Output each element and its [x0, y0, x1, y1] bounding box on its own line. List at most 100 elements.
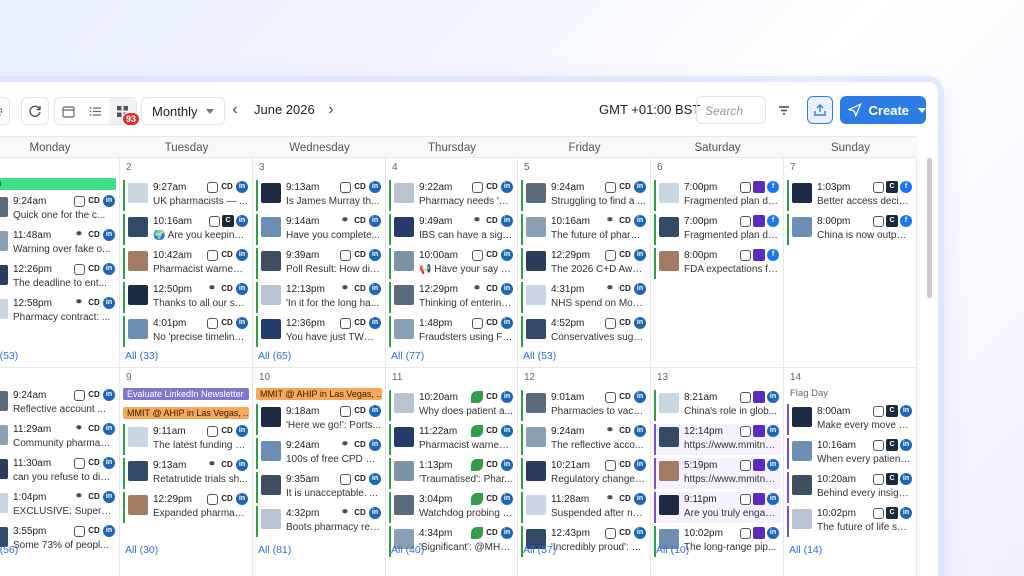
post-item[interactable]: 9:01am Pharmacies to vacci... CD in: [521, 390, 648, 421]
post-item[interactable]: 10:00am 📢 Have your say on... CD in: [389, 248, 515, 279]
calendar-view-icon[interactable]: [55, 98, 82, 124]
day-cell[interactable]: 3 9:13am Is James Murray th... CD in 9:14am Ha…: [253, 158, 386, 368]
post-item[interactable]: 12:36pm You have just TWO ... CD in: [256, 316, 383, 347]
post-item[interactable]: 5:19pm https://www.mmitne... in: [654, 458, 781, 489]
event-bar[interactable]: MMIT @ AHIP in Las Vegas, ...: [256, 388, 382, 400]
day-cell[interactable]: 9 Evaluate LinkedIn Newsletter MMIT @ AHIP…: [120, 368, 253, 576]
post-item[interactable]: 4:31pm NHS spend on Mou... ⚭ CD in: [521, 282, 648, 313]
day-cell[interactable]: 13 8:21am China's role in glob... in 12:14pm…: [651, 368, 784, 576]
scrollbar[interactable]: [927, 158, 932, 298]
show-all-link[interactable]: All (40): [391, 544, 424, 556]
show-all-link[interactable]: All (14): [789, 544, 822, 556]
post-item[interactable]: 12:14pm https://www.mmitne... in: [654, 424, 781, 455]
chevron-down-icon[interactable]: [918, 107, 926, 113]
day-cell[interactable]: 4 9:22am Pharmacy needs 'pr... CD in 9:49am IB…: [386, 158, 518, 368]
export-button[interactable]: [807, 96, 833, 124]
day-cell[interactable]: 12 9:01am Pharmacies to vacci... CD in 9:24am…: [518, 368, 651, 576]
post-item[interactable]: 12:29pm Expanded pharmac... CD in: [123, 492, 250, 523]
post-item[interactable]: 12:29pm The 2026 C+D Awar... CD in: [521, 248, 648, 279]
show-all-link[interactable]: All (30): [125, 544, 158, 556]
post-item[interactable]: 11:22am Pharmacist warned ... CD in: [389, 424, 515, 455]
post-item[interactable]: 1:48pm Fraudsters using FP... CD in: [389, 316, 515, 347]
event-bar[interactable]: SCO: [0, 178, 116, 190]
day-cell[interactable]: SCO 9:24amQuick one for the c...CDin11:48…: [0, 158, 120, 368]
prev-month-icon[interactable]: ‹: [228, 102, 242, 118]
post-item[interactable]: 9:24am Reflective account ... CD in: [0, 388, 117, 419]
post-item[interactable]: 10:42am Pharmacist warned ... CD in: [123, 248, 250, 279]
post-item[interactable]: 9:22am Pharmacy needs 'pr... CD in: [389, 180, 515, 211]
post-item[interactable]: 4:01pm No 'precise timeline... CD in: [123, 316, 250, 347]
list-view-icon[interactable]: [82, 98, 109, 124]
day-cell[interactable]: 14 Flag Day 8:00am Make every move c... Cin 1…: [784, 368, 917, 576]
post-item[interactable]: 11:29am Community pharmacists ... ⚭ CDin: [0, 422, 117, 453]
post-item[interactable]: 10:16am 🌍 Are you keeping ... Cin: [123, 214, 250, 245]
view-select[interactable]: Monthly: [141, 97, 225, 125]
post-item[interactable]: 10:02pm The future of life sci... Cin: [787, 506, 914, 537]
refresh-button[interactable]: [21, 97, 49, 125]
post-item[interactable]: 9:35am It is unacceptable. ... CD in: [256, 472, 383, 503]
show-all-link[interactable]: All (77): [391, 350, 424, 362]
show-all-link[interactable]: All (56): [0, 544, 18, 556]
post-item[interactable]: 1:04pm EXCLUSIVE: Superd... ⚭ CD in: [0, 490, 117, 521]
post-item[interactable]: 8:00am Make every move c... Cin: [787, 404, 914, 435]
post-item[interactable]: 7:00pm Fragmented plan da... f: [654, 180, 781, 211]
post-item[interactable]: 1:03pm Better access decisi... Cf: [787, 180, 914, 211]
post-item[interactable]: 3:04pm Watchdog probing l... CD in: [389, 492, 515, 523]
post-item[interactable]: 12:29pm Thinking of entering... ⚭ CD in: [389, 282, 515, 313]
post-item[interactable]: 11:28am Suspended after no... ⚭ CD in: [521, 492, 648, 523]
day-cell[interactable]: 6 7:00pm Fragmented plan da... f 7:00pm Fragm…: [651, 158, 784, 368]
day-cell[interactable]: 9:24am Reflective account ... CD in 11:29am C…: [0, 368, 120, 576]
post-item[interactable]: 12:26pm The deadline to ent... CD in: [0, 262, 117, 293]
day-cell[interactable]: 2 9:27am UK pharmacists — ... CD in 10:16am 🌍 …: [120, 158, 253, 368]
next-month-icon[interactable]: ›: [324, 102, 338, 118]
day-cell[interactable]: 5 9:24am Struggling to find a ... CD in 10:16…: [518, 158, 651, 368]
post-item[interactable]: 9:24am The reflective acco... ⚭ CD in: [521, 424, 648, 455]
post-item[interactable]: 4:52pm Conservatives sugg... CD in: [521, 316, 648, 347]
post-item[interactable]: 9:24am Struggling to find a ... CD in: [521, 180, 648, 211]
post-item[interactable]: 9:11am The latest funding c... CD in: [123, 424, 250, 455]
show-all-link[interactable]: All (81): [258, 544, 291, 556]
post-item[interactable]: 9:39am Poll Result: How did... CD in: [256, 248, 383, 279]
post-item[interactable]: 9:24am Quick one for the c... CD in: [0, 194, 117, 225]
event-bar[interactable]: Evaluate LinkedIn Newsletter: [123, 388, 249, 400]
post-item[interactable]: 4:32pm Boots pharmacy rev... ⚭ CD in: [256, 506, 383, 537]
filter-icon[interactable]: [776, 102, 792, 118]
post-item[interactable]: 10:16am The future of pharm... ⚭ CD in: [521, 214, 648, 245]
day-cell[interactable]: 7 1:03pm Better access decisi... Cf 8:00pm Ch…: [784, 158, 917, 368]
show-all-link[interactable]: All (65): [258, 350, 291, 362]
timezone-label[interactable]: GMT +01:00 BST: [599, 102, 700, 117]
search-input[interactable]: Search: [696, 96, 766, 124]
grid-view-icon[interactable]: 93: [109, 98, 141, 126]
post-item[interactable]: 12:50pm Thanks to all our sp... ⚭ CD in: [123, 282, 250, 313]
post-item[interactable]: 9:11pm Are you truly engagi... in: [654, 492, 781, 523]
post-item[interactable]: 1:13pm 'Traumatised': Phar... CD in: [389, 458, 515, 489]
show-all-link[interactable]: All (57): [523, 544, 556, 556]
post-item[interactable]: 10:21am Regulatory change i... CD in: [521, 458, 648, 489]
post-item[interactable]: 12:58pm Pharmacy contract: ... ⚭ CD in: [0, 296, 117, 327]
post-item[interactable]: 9:27am UK pharmacists — ... CD in: [123, 180, 250, 211]
post-item[interactable]: 10:16am When every patient ... Cin: [787, 438, 914, 469]
event-bar[interactable]: MMIT @ AHIP in Las Vegas, ...: [123, 407, 249, 419]
post-item[interactable]: 9:18am 'Here we go!': Ports... CD in: [256, 404, 383, 435]
post-item[interactable]: 9:13am Is James Murray th... CD in: [256, 180, 383, 211]
post-item[interactable]: 10:20am Why does patient a... CD in: [389, 390, 515, 421]
post-item[interactable]: 12:13pm 'In it for the long ha... ⚭ CD in: [256, 282, 383, 313]
day-cell[interactable]: 11 10:20am Why does patient a... CD in 11:22a…: [386, 368, 518, 576]
post-item[interactable]: 11:30am can you refuse to dispen... CDin: [0, 456, 117, 487]
post-item[interactable]: 9:24am 100s of free CPD m... ⚭ CD in: [256, 438, 383, 469]
post-item[interactable]: 10:20am Behind every insigh... Cin: [787, 472, 914, 503]
create-button[interactable]: Create: [840, 96, 926, 124]
show-all-link[interactable]: All (33): [125, 350, 158, 362]
show-all-link[interactable]: All (53): [0, 350, 18, 362]
day-cell[interactable]: 10 MMIT @ AHIP in Las Vegas, ... 9:18am 'He…: [253, 368, 386, 576]
post-item[interactable]: 7:00pm Fragmented plan da... f: [654, 214, 781, 245]
post-item[interactable]: 9:49am IBS can have a signi... ⚭ CD in: [389, 214, 515, 245]
post-item[interactable]: 9:14am Have you complete... ⚭ CD in: [256, 214, 383, 245]
settings-icon[interactable]: [0, 97, 10, 125]
post-item[interactable]: 11:48am Warning over fake o... ⚭ CD in: [0, 228, 117, 259]
show-all-link[interactable]: All (53): [523, 350, 556, 362]
show-all-link[interactable]: All (10): [656, 544, 689, 556]
post-item[interactable]: 8:00pm FDA expectations fo... f: [654, 248, 781, 279]
post-item[interactable]: 8:21am China's role in glob... in: [654, 390, 781, 421]
post-item[interactable]: 9:13am Retatrutide trials sh... ⚭ CD in: [123, 458, 250, 489]
